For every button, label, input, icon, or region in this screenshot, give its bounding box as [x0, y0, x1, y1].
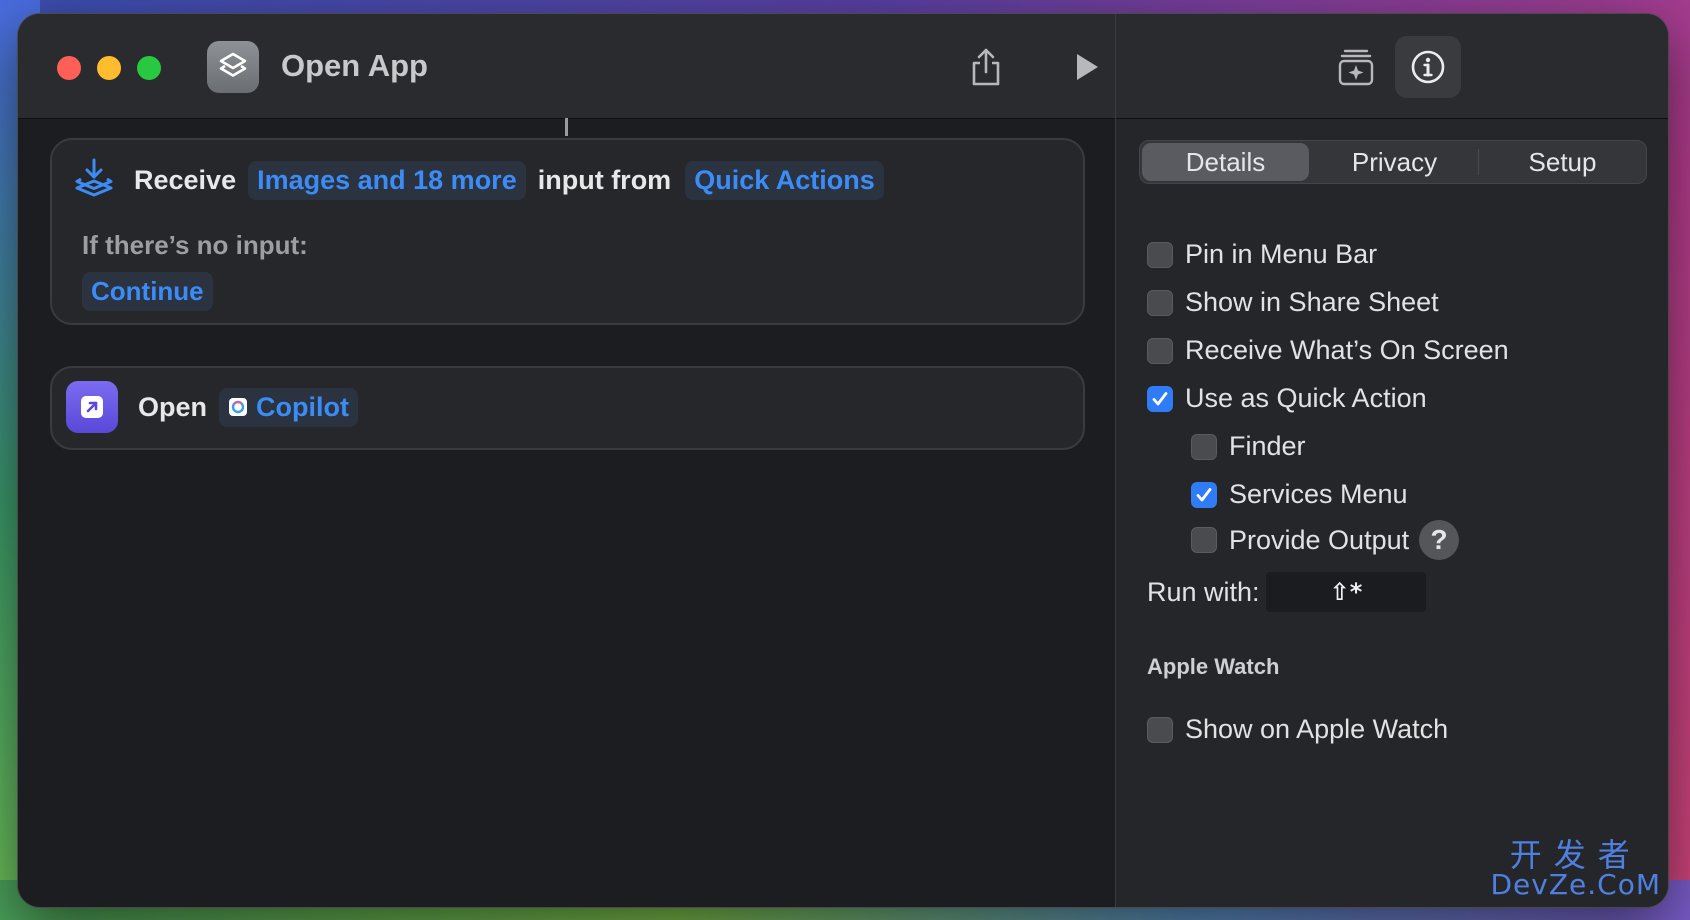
- insertion-indicator: [565, 118, 568, 136]
- open-app-action-icon: [66, 381, 118, 433]
- option-services-menu[interactable]: Services Menu: [1191, 479, 1408, 510]
- tab-setup[interactable]: Setup: [1479, 141, 1646, 183]
- info-button[interactable]: [1395, 36, 1461, 98]
- run-with-label: Run with:: [1147, 577, 1260, 607]
- inspector-pane: Details Privacy Setup Pin in Menu Bar Sh…: [1115, 14, 1668, 907]
- option-label: Receive What’s On Screen: [1185, 335, 1509, 365]
- input-source-token[interactable]: Quick Actions: [685, 160, 884, 200]
- app-token-label: Copilot: [256, 391, 349, 422]
- keyboard-shortcut-field[interactable]: ⇧*: [1266, 572, 1426, 612]
- shortcuts-layers-icon: [219, 52, 247, 77]
- shortcut-title[interactable]: Open App: [281, 48, 428, 84]
- info-icon: [1411, 50, 1445, 84]
- receive-tray-icon: [70, 156, 118, 204]
- minimize-window-button[interactable]: [97, 56, 121, 80]
- checkbox-checked[interactable]: [1191, 481, 1217, 508]
- editor-pane: Open App Receive Images and 18 more inpu…: [18, 14, 1115, 907]
- checkbox[interactable]: [1191, 433, 1217, 460]
- watermark-latin-text: DevZe.CoM: [1490, 868, 1661, 901]
- checkbox[interactable]: [1147, 716, 1173, 743]
- arrow-up-right-icon: [81, 396, 103, 418]
- inspector-toolbar: [1116, 14, 1668, 119]
- shortcut-icon[interactable]: [207, 41, 259, 93]
- open-verb: Open: [138, 391, 208, 422]
- title-bar: Open App: [18, 14, 1115, 119]
- receive-verb: Receive: [134, 164, 237, 195]
- shortcuts-window: Open App Receive Images and 18 more inpu…: [18, 14, 1668, 907]
- receive-action-card[interactable]: Receive Images and 18 more input from Qu…: [50, 138, 1085, 325]
- option-pin-in-menu-bar[interactable]: Pin in Menu Bar: [1147, 239, 1377, 270]
- checkbox[interactable]: [1147, 337, 1173, 364]
- checkbox[interactable]: [1147, 289, 1173, 316]
- option-label: Services Menu: [1229, 479, 1408, 509]
- option-label: Pin in Menu Bar: [1185, 239, 1378, 269]
- no-input-label: If there’s no input:: [82, 230, 308, 260]
- checkbox-checked[interactable]: [1147, 385, 1173, 412]
- checkmark-icon: [1196, 487, 1212, 501]
- share-icon: [972, 48, 1000, 86]
- option-label: Use as Quick Action: [1185, 383, 1427, 413]
- play-icon: [1077, 54, 1098, 80]
- zoom-window-button[interactable]: [137, 56, 161, 80]
- app-token[interactable]: Copilot: [219, 387, 358, 427]
- tab-details[interactable]: Details: [1142, 143, 1309, 181]
- input-types-token[interactable]: Images and 18 more: [248, 160, 526, 200]
- open-app-action-card[interactable]: Open Copilot: [50, 366, 1085, 450]
- watermark: 开发者 DevZe.CoM: [1490, 839, 1661, 899]
- checkbox[interactable]: [1191, 527, 1217, 553]
- close-window-button[interactable]: [57, 56, 81, 80]
- option-label: Show in Share Sheet: [1185, 287, 1439, 317]
- option-label: Show on Apple Watch: [1185, 714, 1449, 744]
- option-provide-output[interactable]: Provide Output ?: [1191, 520, 1460, 560]
- action-library-icon: [1338, 49, 1374, 86]
- checkmark-icon: [1152, 391, 1168, 405]
- option-show-on-apple-watch[interactable]: Show on Apple Watch: [1147, 714, 1448, 745]
- option-receive-whats-on-screen[interactable]: Receive What’s On Screen: [1147, 335, 1509, 366]
- no-input-action-token[interactable]: Continue: [82, 272, 213, 311]
- option-use-as-quick-action[interactable]: Use as Quick Action: [1147, 383, 1427, 414]
- option-label: Finder: [1229, 431, 1306, 461]
- option-show-in-share-sheet[interactable]: Show in Share Sheet: [1147, 287, 1439, 318]
- copilot-app-icon: [229, 398, 248, 416]
- watermark-chinese-text: 开发者: [1509, 836, 1642, 874]
- run-button[interactable]: [1064, 44, 1110, 90]
- apple-watch-heading: Apple Watch: [1147, 654, 1280, 679]
- checkbox[interactable]: [1147, 241, 1173, 268]
- option-label: Provide Output: [1229, 524, 1410, 555]
- option-finder[interactable]: Finder: [1191, 431, 1306, 462]
- tab-privacy[interactable]: Privacy: [1311, 141, 1478, 183]
- action-library-button[interactable]: [1333, 44, 1379, 90]
- inspector-tabs: Details Privacy Setup: [1139, 140, 1647, 184]
- help-button[interactable]: ?: [1419, 520, 1460, 560]
- share-button[interactable]: [963, 44, 1009, 90]
- input-from-label: input from: [537, 164, 672, 195]
